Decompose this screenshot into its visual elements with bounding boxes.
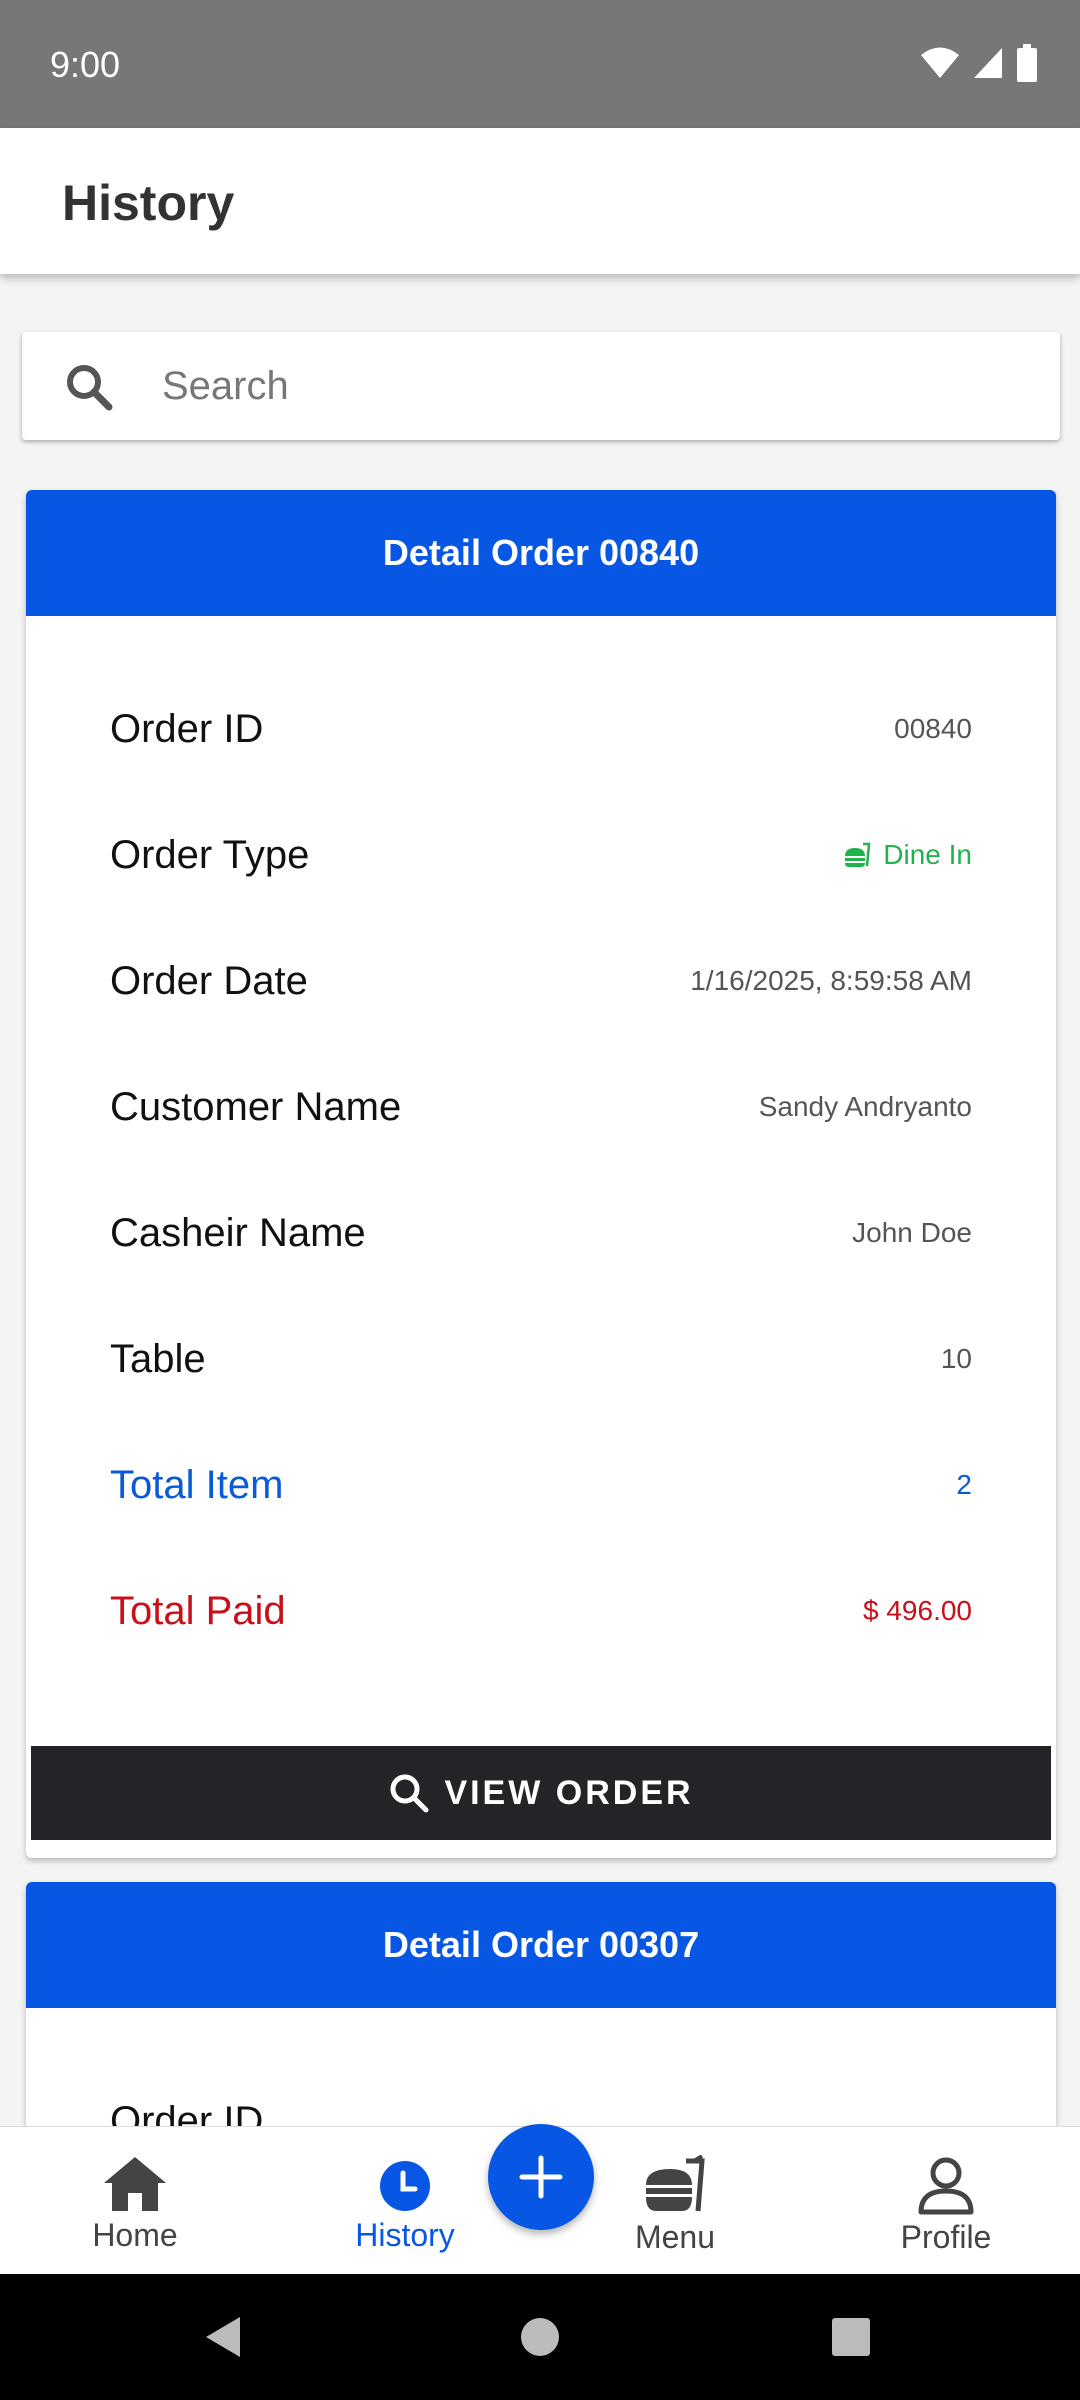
system-nav-bar: [0, 2274, 1080, 2400]
cashier-name-label: Casheir Name: [110, 1210, 366, 1255]
order-card-header: Detail Order 00840: [26, 490, 1056, 616]
home-circle-icon[interactable]: [515, 2312, 565, 2362]
search-icon: [67, 365, 113, 411]
nav-home-label: Home: [92, 2217, 178, 2253]
nav-profile-label: Profile: [900, 2219, 992, 2255]
total-item-value: 2: [956, 1469, 972, 1500]
table-label: Table: [110, 1336, 206, 1381]
status-bar: 9:00: [0, 0, 1080, 128]
menu-food-icon: [646, 2155, 705, 2212]
order-id-label: Order ID: [110, 706, 264, 751]
table-row: Table 10: [110, 1296, 972, 1422]
customer-name-row: Customer Name Sandy Andryanto: [110, 1044, 972, 1170]
view-order-button[interactable]: VIEW ORDER: [31, 1746, 1051, 1840]
nav-menu[interactable]: Menu: [575, 2155, 775, 2256]
total-paid-label: Total Paid: [110, 1588, 286, 1633]
table-value: 10: [940, 1343, 972, 1374]
plus-icon: [519, 2155, 563, 2199]
order-type-value: Dine In: [843, 839, 972, 871]
history-list[interactable]: Detail Order 00840 Order ID 00840 Order …: [0, 274, 1080, 2126]
order-card: Detail Order 00840 Order ID 00840 Order …: [26, 490, 1056, 1858]
total-item-row: Total Item 2: [110, 1422, 972, 1548]
search-icon: [390, 1774, 429, 1813]
order-type-row: Order Type Dine In: [110, 792, 972, 918]
dine-in-icon: [845, 842, 871, 867]
order-type-text: Dine In: [883, 839, 972, 870]
nav-history-label: History: [355, 2217, 455, 2253]
history-icon: [380, 2161, 430, 2211]
cashier-name-value: John Doe: [852, 1217, 972, 1248]
order-details: Order ID: [26, 2058, 1056, 2127]
search-box[interactable]: [22, 332, 1060, 440]
page-title: History: [62, 175, 235, 231]
order-id-value: 00840: [894, 713, 972, 744]
order-card-header: Detail Order 00307: [26, 1882, 1056, 2008]
order-details: Order ID 00840 Order Type Dine In Order …: [26, 666, 1056, 1674]
customer-name-label: Customer Name: [110, 1084, 402, 1129]
add-order-button[interactable]: [488, 2124, 594, 2230]
total-paid-value: $ 496.00: [863, 1595, 972, 1626]
home-icon: [104, 2157, 166, 2211]
total-paid-row: Total Paid $ 496.00: [110, 1548, 972, 1674]
order-date-row: Order Date 1/16/2025, 8:59:58 AM: [110, 918, 972, 1044]
nav-menu-label: Menu: [634, 2219, 716, 2255]
back-icon[interactable]: [198, 2312, 248, 2362]
order-date-value: 1/16/2025, 8:59:58 AM: [690, 965, 972, 996]
order-date-label: Order Date: [110, 958, 308, 1003]
search-input[interactable]: [162, 352, 1022, 420]
status-icons: [920, 44, 1038, 82]
status-time: 9:00: [50, 44, 121, 85]
signal-icon: [974, 48, 1002, 78]
battery-icon: [1017, 44, 1037, 82]
order-id-label: Order ID: [110, 2098, 264, 2127]
order-id-row: Order ID: [110, 2058, 972, 2127]
view-order-label: VIEW ORDER: [444, 1773, 694, 1812]
recent-apps-icon[interactable]: [826, 2312, 876, 2362]
order-id-row: Order ID 00840: [110, 666, 972, 792]
app-bar: History: [0, 128, 1080, 274]
profile-icon: [918, 2157, 974, 2215]
nav-history[interactable]: History: [305, 2155, 505, 2254]
nav-profile[interactable]: Profile: [846, 2155, 1046, 2256]
wifi-icon: [921, 47, 959, 78]
customer-name-value: Sandy Andryanto: [758, 1091, 972, 1122]
nav-home[interactable]: Home: [35, 2155, 235, 2254]
cashier-name-row: Casheir Name John Doe: [110, 1170, 972, 1296]
order-card: Detail Order 00307 Order ID: [26, 1882, 1056, 2126]
total-item-label: Total Item: [110, 1462, 284, 1507]
order-type-label: Order Type: [110, 832, 310, 877]
